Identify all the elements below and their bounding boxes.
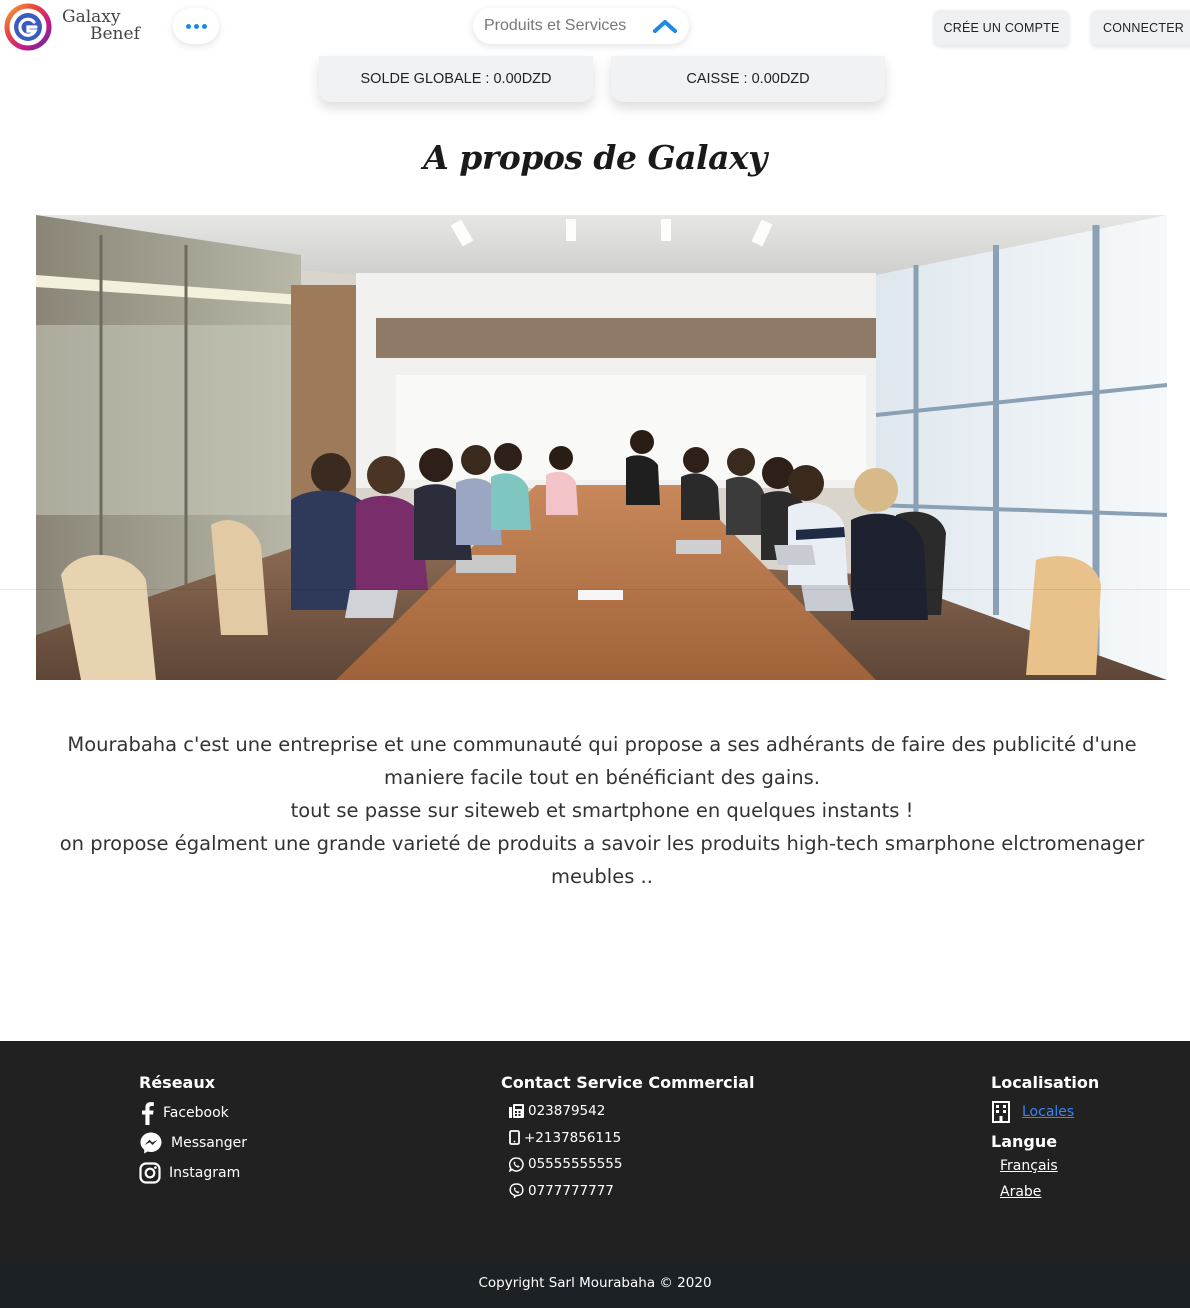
mobile-icon — [509, 1130, 520, 1146]
copyright-bar: Copyright Sarl Mourabaha © 2020 — [0, 1258, 1190, 1308]
dots-horizontal-icon — [185, 23, 191, 29]
facebook-link[interactable]: Facebook — [139, 1098, 247, 1128]
about-paragraph-1: Mourabaha c'est une entreprise et une co… — [67, 733, 1137, 789]
contact-mobile-number: +2137856115 — [524, 1129, 622, 1146]
contact-title: Contact Service Commercial — [501, 1073, 755, 1092]
about-description: Mourabaha c'est une entreprise et une co… — [50, 728, 1154, 893]
language-title: Langue — [991, 1132, 1058, 1151]
contact-whatsapp-number: 05555555555 — [528, 1156, 623, 1173]
messenger-label: Messanger — [171, 1135, 247, 1151]
meeting-room-photo — [36, 215, 1167, 680]
contact-fax-number: 023879542 — [528, 1103, 606, 1120]
facebook-label: Facebook — [163, 1105, 229, 1121]
divider-line — [0, 589, 1190, 590]
connect-button[interactable]: CONNECTER — [1091, 10, 1190, 45]
about-title: A propos de Galaxy — [423, 138, 767, 177]
copyright-text: Copyright Sarl Mourabaha © 2020 — [478, 1275, 712, 1291]
menu-dots-button[interactable] — [173, 8, 219, 44]
footer: Réseaux Facebook Messanger Instagram Con… — [0, 1041, 1190, 1258]
dot — [193, 23, 199, 29]
language-option-french[interactable]: Français — [1000, 1153, 1099, 1179]
brand-name: Galaxy Benef — [62, 9, 140, 43]
contact-fax: 023879542 — [501, 1098, 754, 1125]
about-paragraph-2: tout se passe sur siteweb et smartphone … — [290, 799, 914, 822]
dot — [201, 23, 207, 29]
caisse-balance-badge: CAISSE : 0.00DZD — [611, 56, 885, 102]
locales-link[interactable]: Locales — [1022, 1104, 1074, 1120]
about-paragraph-3: on propose égalment une grande varieté d… — [59, 832, 1145, 888]
location-row: Locales — [991, 1098, 1099, 1126]
messenger-link[interactable]: Messanger — [139, 1128, 247, 1158]
social-title: Réseaux — [139, 1073, 216, 1092]
whatsapp-icon — [509, 1157, 524, 1172]
contact-mobile: +2137856115 — [501, 1125, 754, 1152]
building-icon — [992, 1101, 1010, 1123]
instagram-link[interactable]: Instagram — [139, 1158, 247, 1188]
create-account-button[interactable]: CRÉE UN COMPTE — [934, 10, 1069, 45]
fax-icon — [509, 1104, 524, 1119]
facebook-icon — [142, 1102, 154, 1125]
instagram-icon — [139, 1162, 161, 1184]
messenger-icon — [140, 1132, 162, 1154]
contact-whatsapp: 05555555555 — [501, 1151, 754, 1178]
brand-line-2: Benef — [90, 24, 140, 44]
viber-icon — [509, 1183, 524, 1199]
footer-contact-column: Contact Service Commercial 023879542 +21… — [501, 1073, 754, 1204]
global-balance-badge: SOLDE GLOBALE : 0.00DZD — [319, 56, 593, 102]
footer-location-column: Localisation Locales Langue Français Ara… — [991, 1073, 1099, 1205]
brand-logo[interactable]: Galaxy Benef — [4, 3, 154, 51]
location-title: Localisation — [991, 1073, 1100, 1092]
chevron-up-icon — [653, 20, 677, 33]
products-services-label: Produits et Services — [484, 17, 627, 34]
contact-viber: 0777777777 — [501, 1178, 754, 1205]
galaxy-logo-icon — [4, 3, 52, 51]
products-services-dropdown[interactable]: Produits et Services — [473, 8, 689, 44]
contact-viber-number: 0777777777 — [528, 1182, 614, 1199]
instagram-label: Instagram — [169, 1165, 241, 1181]
language-option-arabic[interactable]: Arabe — [1000, 1179, 1099, 1205]
footer-social-column: Réseaux Facebook Messanger Instagram — [139, 1073, 247, 1188]
